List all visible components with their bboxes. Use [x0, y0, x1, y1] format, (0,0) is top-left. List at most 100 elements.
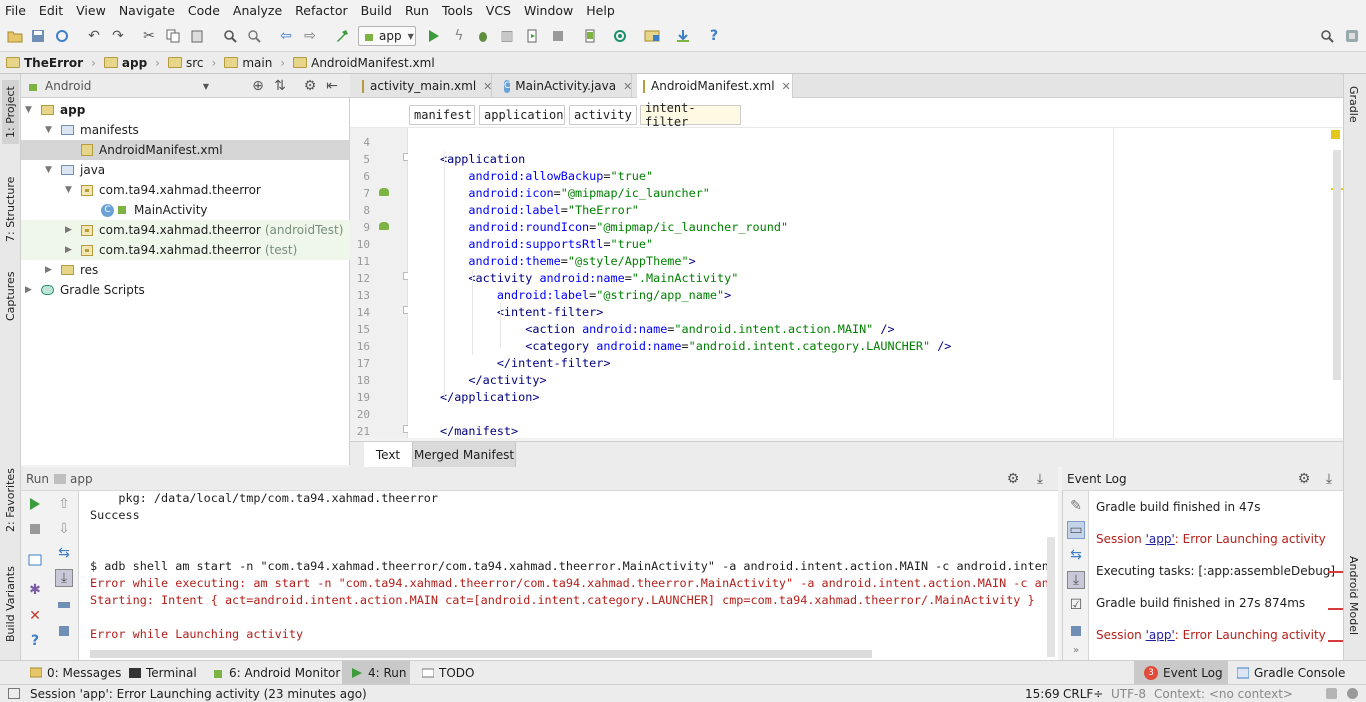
stop-icon[interactable]: [26, 520, 44, 538]
project-view-selector[interactable]: Android ▼: [27, 77, 209, 95]
help-icon[interactable]: ?: [705, 27, 723, 45]
close-icon[interactable]: ✕: [483, 80, 492, 93]
expand-down-icon[interactable]: ▼: [65, 185, 75, 195]
editor-tab[interactable]: C MainActivity.java ✕: [498, 74, 632, 98]
menu-window[interactable]: Window: [524, 3, 573, 18]
menu-refactor[interactable]: Refactor: [295, 3, 347, 18]
ide-settings-icon[interactable]: [1343, 27, 1361, 45]
print-icon[interactable]: [55, 595, 73, 613]
scroll-down-icon[interactable]: ⇩: [55, 520, 73, 538]
event-link[interactable]: 'app': [1146, 532, 1175, 546]
expand-down-icon[interactable]: ▼: [45, 165, 55, 175]
tree-item[interactable]: ▼ app: [21, 100, 350, 120]
scroll-to-end-icon[interactable]: ⤓: [55, 569, 73, 587]
help-icon[interactable]: ?: [26, 632, 44, 650]
more-icon[interactable]: »: [1067, 641, 1085, 659]
editor-scrollbar[interactable]: [1333, 150, 1341, 380]
sync-gradle-icon[interactable]: [611, 27, 629, 45]
menu-code[interactable]: Code: [188, 3, 220, 18]
tab-todo[interactable]: TODO: [422, 661, 474, 685]
back-icon[interactable]: ⇦: [277, 27, 295, 45]
breadcrumb-item[interactable]: app ›: [103, 56, 160, 70]
tab-build-variants[interactable]: Build Variants: [2, 558, 19, 650]
close-icon[interactable]: ✕: [782, 80, 791, 93]
breadcrumb-item[interactable]: main ›: [224, 56, 285, 70]
android-icon[interactable]: [379, 188, 389, 196]
rerun-icon[interactable]: [26, 495, 44, 513]
menu-edit[interactable]: Edit: [39, 3, 63, 18]
tab-merged-manifest[interactable]: Merged Manifest: [412, 442, 516, 467]
context-selector[interactable]: Context: <no context>: [1154, 687, 1293, 701]
mark-read-icon[interactable]: ▭: [1067, 521, 1085, 539]
attach-debugger-icon[interactable]: [523, 27, 541, 45]
tree-item[interactable]: ▼ com.ta94.xahmad.theerror: [21, 180, 350, 200]
xml-breadcrumb-item[interactable]: manifest: [409, 105, 475, 125]
tree-item[interactable]: ▶ res: [21, 260, 350, 280]
hide-panel-icon[interactable]: ⇤: [323, 77, 341, 95]
menu-vcs[interactable]: VCS: [486, 3, 511, 18]
toggle-tool-windows-icon[interactable]: [8, 688, 20, 699]
search-everywhere-icon[interactable]: [1318, 27, 1336, 45]
menu-navigate[interactable]: Navigate: [119, 3, 175, 18]
hide-panel-icon[interactable]: ⤓: [1031, 470, 1049, 488]
apply-changes-icon[interactable]: ϟ: [450, 27, 468, 45]
status-message[interactable]: Session 'app': Error Launching activity …: [30, 687, 367, 701]
menu-file[interactable]: File: [5, 3, 26, 18]
tab-favorites[interactable]: 2: Favorites: [2, 462, 19, 538]
tab-captures[interactable]: Captures: [2, 264, 19, 328]
tree-item[interactable]: ▼ java: [21, 160, 350, 180]
tab-text[interactable]: Text: [364, 442, 412, 467]
tab-gradle[interactable]: Gradle: [1347, 86, 1360, 123]
console-vertical-scrollbar[interactable]: [1047, 537, 1055, 657]
cut-icon[interactable]: ✂: [140, 27, 158, 45]
run-config-selector[interactable]: app ▼: [358, 26, 416, 46]
make-project-icon[interactable]: [333, 27, 351, 45]
profile-icon[interactable]: ▥: [498, 27, 516, 45]
tab-messages[interactable]: 0: Messages: [30, 661, 121, 685]
clear-all-icon[interactable]: [1067, 621, 1085, 639]
gear-icon[interactable]: ⚙: [1295, 470, 1313, 488]
line-separator[interactable]: CRLF÷: [1063, 687, 1103, 701]
xml-breadcrumb-item[interactable]: application: [479, 105, 565, 125]
menu-view[interactable]: View: [76, 3, 106, 18]
inspection-status-icon[interactable]: [1331, 130, 1340, 139]
tab-android-model[interactable]: Android Model: [1347, 556, 1360, 635]
soft-wrap-icon[interactable]: ⇆: [1067, 546, 1085, 564]
save-icon[interactable]: [29, 27, 47, 45]
expand-right-icon[interactable]: ▶: [45, 265, 55, 275]
tree-item[interactable]: ▼ manifests: [21, 120, 350, 140]
tab-android-monitor[interactable]: 6: Android Monitor: [212, 661, 340, 685]
avd-manager-icon[interactable]: [581, 27, 599, 45]
menu-analyze[interactable]: Analyze: [233, 3, 282, 18]
paste-icon[interactable]: [188, 27, 206, 45]
caret-position[interactable]: 15:69: [1025, 687, 1060, 701]
editor-tab[interactable]: activity_main.xml ✕: [356, 74, 492, 98]
code-editor[interactable]: <application android:allowBackup="true" …: [408, 128, 1343, 438]
console-horizontal-scrollbar[interactable]: [90, 650, 872, 658]
tab-structure[interactable]: 7: Structure: [2, 170, 19, 248]
undo-icon[interactable]: ↶: [85, 27, 103, 45]
tree-item[interactable]: C MainActivity: [21, 200, 350, 220]
tree-item[interactable]: ▶ com.ta94.xahmad.theerror (androidTest): [21, 220, 350, 240]
tab-gradle-console[interactable]: Gradle Console: [1237, 661, 1345, 685]
close-icon[interactable]: ✕: [623, 80, 632, 93]
expand-right-icon[interactable]: ▶: [25, 285, 35, 295]
open-folder-icon[interactable]: [6, 27, 24, 45]
redo-icon[interactable]: ↷: [109, 27, 127, 45]
gear-icon[interactable]: ⚙: [301, 77, 319, 95]
debug-icon[interactable]: [474, 27, 492, 45]
collapse-all-icon[interactable]: ⇅: [271, 77, 289, 95]
breadcrumb-item[interactable]: TheError ›: [6, 56, 96, 70]
xml-breadcrumb-item[interactable]: activity: [569, 105, 637, 125]
expand-right-icon[interactable]: ▶: [65, 225, 75, 235]
tree-item[interactable]: ▶ Gradle Scripts: [21, 280, 350, 300]
checkbox-icon[interactable]: ☑: [1067, 596, 1085, 614]
file-encoding[interactable]: UTF-8: [1111, 687, 1146, 701]
hide-panel-icon[interactable]: ⤓: [1320, 470, 1338, 488]
close-icon[interactable]: ✕: [26, 607, 44, 625]
copy-icon[interactable]: [164, 27, 182, 45]
replace-icon[interactable]: [245, 27, 263, 45]
dump-threads-icon[interactable]: ✱: [26, 581, 44, 599]
inspector-icon[interactable]: [1347, 688, 1358, 699]
scroll-up-icon[interactable]: ⇧: [55, 495, 73, 513]
